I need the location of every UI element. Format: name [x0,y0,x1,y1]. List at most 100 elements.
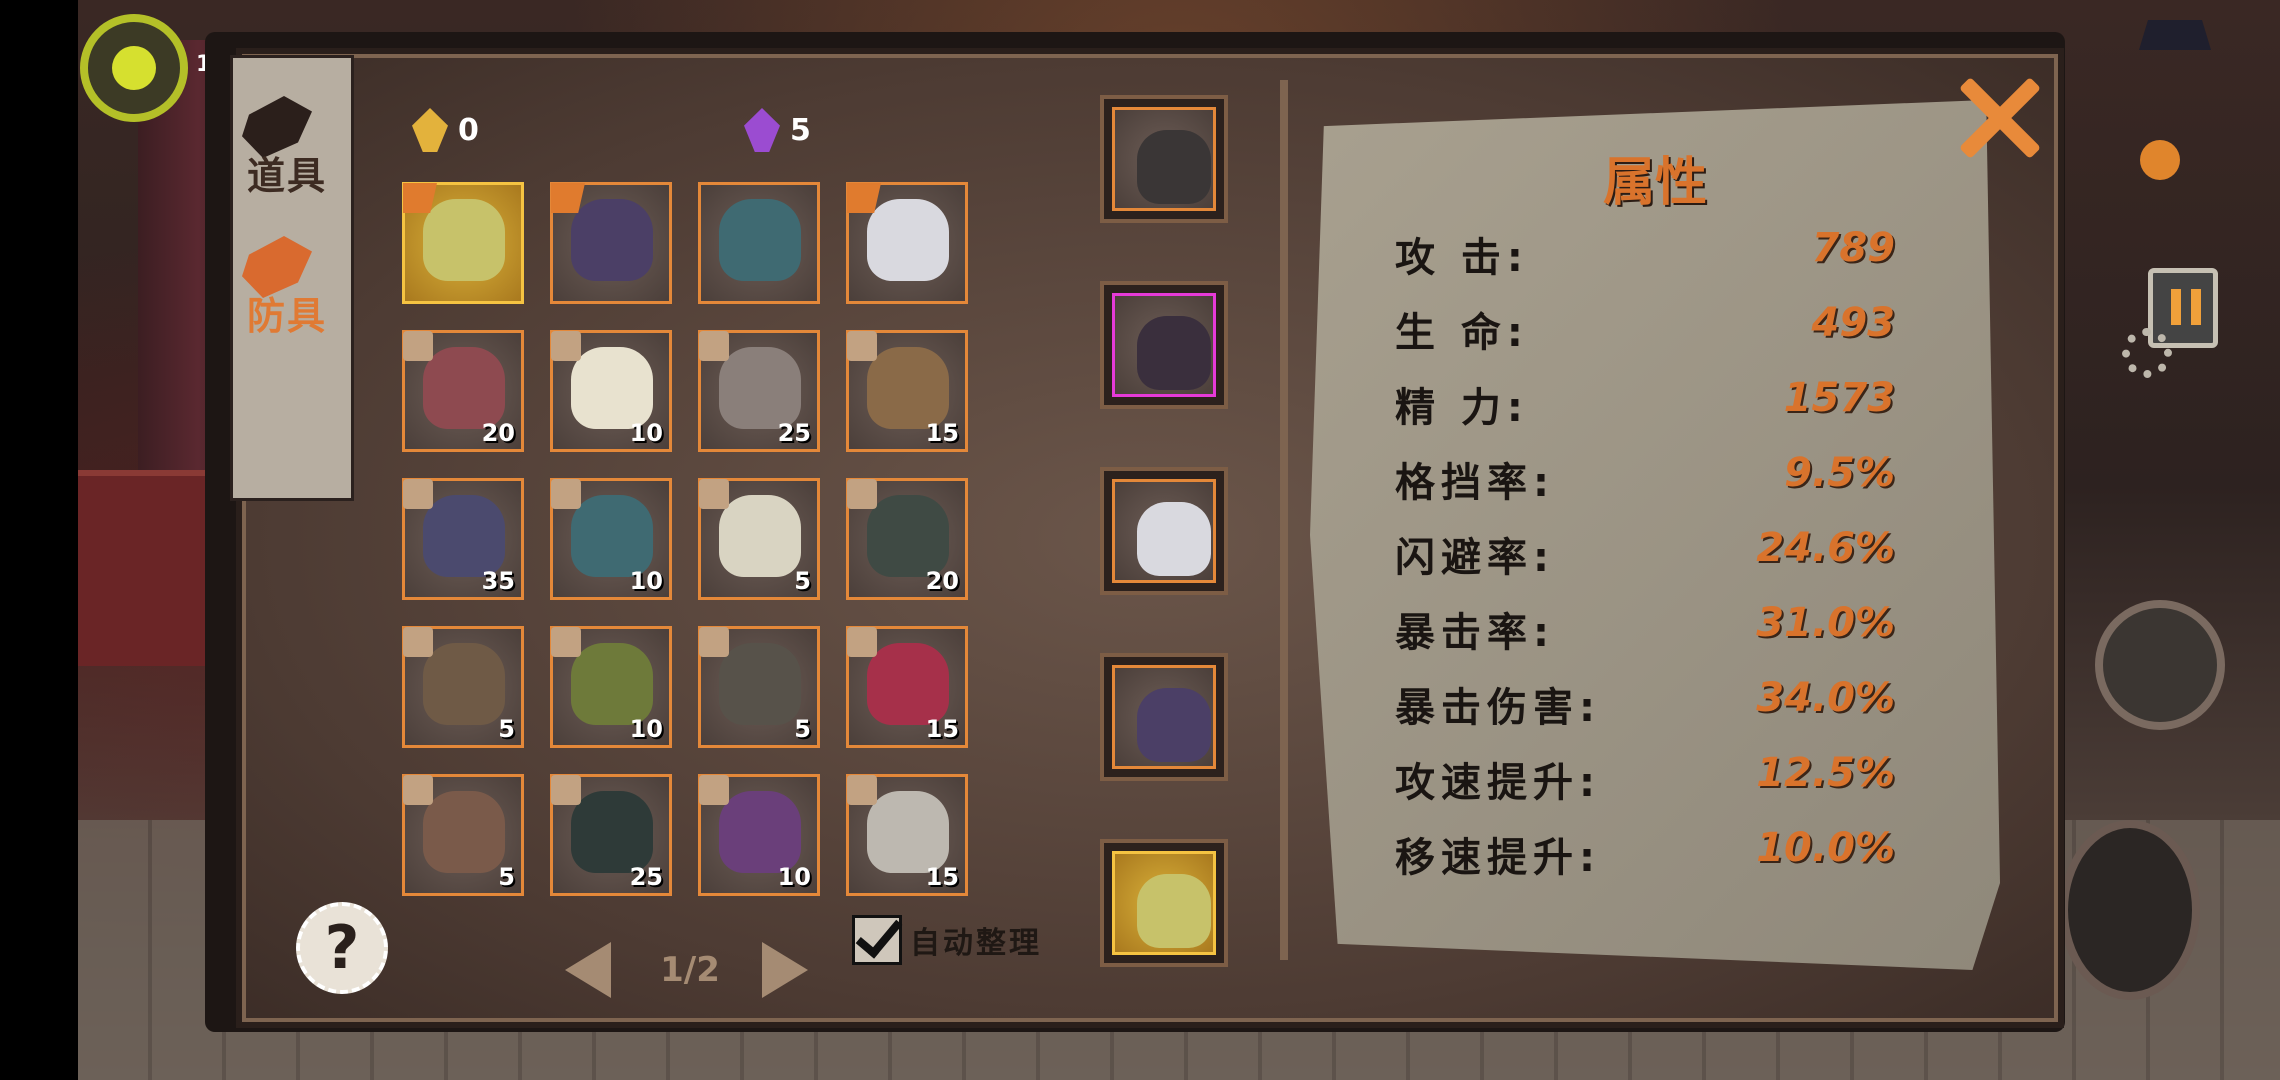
inventory-slot[interactable]: 5 [698,626,820,748]
close-button[interactable] [1948,68,2048,168]
stat-label: 格挡率: [1395,460,1555,506]
bandage-boots-icon [867,791,949,873]
inventory-slot[interactable]: 10 [550,626,672,748]
item-count: 10 [629,567,663,595]
inventory-slot[interactable]: 25 [698,330,820,452]
accessory-slot[interactable] [1100,839,1228,967]
fragment-puzzle-icon [551,627,581,657]
armor-slot[interactable] [1100,653,1228,781]
inventory-slot[interactable] [550,182,672,304]
inventory-slot[interactable]: 10 [698,774,820,896]
stat-label: 暴击率: [1395,610,1555,656]
item-count: 10 [629,715,663,743]
fragment-puzzle-icon [551,331,581,361]
inventory-slot[interactable]: 15 [846,626,968,748]
stat-value: 493 [1811,300,1896,346]
purple-curl-boots-icon [719,791,801,873]
stat-row: 攻速提升: 12.5% [1395,750,1895,810]
inventory-slot[interactable] [402,182,524,304]
brown-boots-icon [423,791,505,873]
weapon-slot-icon [1137,130,1211,204]
weapon-slot[interactable] [1100,95,1228,223]
tab-items[interactable]: 道具 [232,90,342,200]
fragment-puzzle-icon [699,627,729,657]
armor-slot-icon [1137,688,1211,762]
inventory-slot[interactable]: 35 [402,478,524,600]
slot-frame [1112,107,1216,211]
accessory-slot-icon [1137,874,1211,948]
fragment-puzzle-icon [403,479,433,509]
next-page-button[interactable] [762,942,808,998]
purple-coat-icon [571,199,653,281]
stats-title: 属性 [1602,153,1707,213]
stat-value: 12.5% [1756,750,1895,796]
stat-row: 暴击伤害: 34.0% [1395,675,1895,735]
inventory-slot[interactable] [698,182,820,304]
help-button[interactable]: ? [296,902,388,994]
item-count: 15 [925,419,959,447]
cloak-slot[interactable] [1100,281,1228,409]
inventory-slot[interactable]: 5 [402,774,524,896]
settings-gear-icon[interactable] [2122,328,2172,378]
green-claw-glove-icon [571,643,653,725]
stat-value: 24.6% [1756,525,1895,571]
item-count: 5 [498,863,515,891]
inventory-slot[interactable]: 20 [402,330,524,452]
tab-armor[interactable]: 防具 [232,230,342,340]
fur-bracer-icon [867,347,949,429]
dark-claw-glove-icon [719,643,801,725]
teal-spike-boots-icon [571,791,653,873]
panel-divider [1280,80,1288,960]
inventory-slot[interactable]: 20 [846,478,968,600]
auto-sort-toggle[interactable]: 自动整理 [852,915,1042,965]
tab-items-label: 道具 [246,154,327,198]
inventory-slot[interactable] [846,182,968,304]
tab-armor-label: 防具 [246,294,327,338]
slot-frame [1112,479,1216,583]
stat-value: 9.5% [1784,450,1895,496]
inventory-slot[interactable]: 15 [846,774,968,896]
purple-currency: 5 [744,108,811,152]
item-count: 5 [794,567,811,595]
auto-sort-checkbox[interactable] [852,915,902,965]
fragment-puzzle-icon [699,479,729,509]
inventory-slot[interactable]: 5 [698,478,820,600]
player-level-ring[interactable] [80,14,188,122]
inventory-slot[interactable]: 10 [550,330,672,452]
slot-frame [1112,665,1216,769]
inventory-slot[interactable]: 10 [550,478,672,600]
fragment-puzzle-icon [847,479,877,509]
gold-currency: 0 [412,108,479,152]
fragment-puzzle-icon [847,627,877,657]
stat-value: 31.0% [1756,600,1895,646]
stat-label: 移速提升: [1395,835,1601,881]
item-count: 15 [925,715,959,743]
inventory-slot[interactable]: 5 [402,626,524,748]
fragment-puzzle-icon [403,627,433,657]
stat-row: 闪避率: 24.6% [1395,525,1895,585]
item-count: 35 [481,567,515,595]
stat-label: 攻 击: [1395,235,1529,281]
inventory-slot[interactable]: 15 [846,330,968,452]
inventory-slot[interactable]: 25 [550,774,672,896]
crimson-boots-icon [867,643,949,725]
gold-spiked-armor-icon [423,199,505,281]
fragment-puzzle-icon [847,331,877,361]
stat-row: 生 命: 493 [1395,300,1895,360]
horned-blue-helmet-icon [719,199,801,281]
purple-currency-value: 5 [790,112,811,148]
stat-row: 攻 击: 789 [1395,225,1895,285]
stat-row: 移速提升: 10.0% [1395,825,1895,885]
potion-icon[interactable] [2140,140,2180,180]
fragment-puzzle-icon [847,775,877,805]
page-indicator: 1/2 [660,950,720,990]
item-count: 10 [629,419,663,447]
prev-page-button[interactable] [565,942,611,998]
white-gold-robe-icon [571,347,653,429]
attack-button[interactable] [2060,820,2200,1000]
helmet-slot[interactable] [1100,467,1228,595]
stat-value: 10.0% [1756,825,1895,871]
skill-button[interactable] [2095,600,2225,730]
gold-currency-value: 0 [458,112,479,148]
item-count: 25 [629,863,663,891]
